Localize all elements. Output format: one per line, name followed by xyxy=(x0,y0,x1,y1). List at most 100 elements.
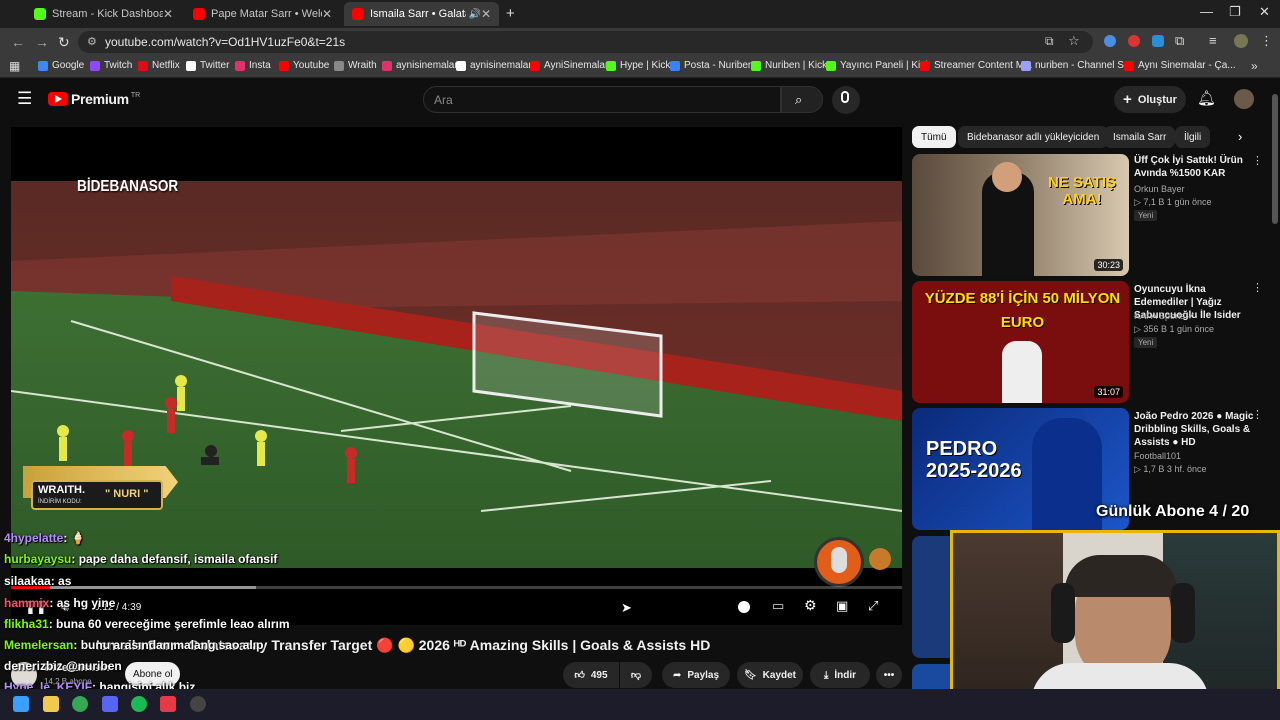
media-control-icon[interactable]: ≡ xyxy=(1209,33,1217,48)
fullscreen-icon[interactable]: ⤢ xyxy=(868,598,878,614)
recommendation-channel[interactable]: KAFA Sports ✔ xyxy=(1134,311,1195,322)
bookmark-item[interactable]: Posta - Nuriben xyxy=(670,60,753,71)
youtube-logo[interactable]: Premium TR xyxy=(48,91,140,107)
bookmark-item[interactable]: Yayıncı Paneli | Kick xyxy=(826,60,930,71)
apps-grid-icon[interactable]: ▦ xyxy=(9,59,20,73)
search-icon: ⌕ xyxy=(795,92,803,107)
forward-icon[interactable]: → xyxy=(35,34,49,50)
spotify-icon[interactable] xyxy=(131,696,147,712)
url-bar[interactable]: ⚙ youtube.com/watch?v=Od1HV1uzFe0&t=21s … xyxy=(78,31,1093,53)
bookmark-item[interactable]: Netflix xyxy=(138,60,180,71)
close-tab-icon[interactable]: ✕ xyxy=(481,7,491,21)
search-input[interactable]: Ara xyxy=(423,86,781,113)
minimize-icon[interactable]: — xyxy=(1200,4,1213,19)
obs-icon[interactable] xyxy=(190,696,206,712)
chrome-icon[interactable] xyxy=(72,696,88,712)
browser-tab[interactable]: Stream - Kick Dashboard ✕ xyxy=(26,2,181,26)
recommendation-card[interactable]: YÜZDE 88'İ İÇİN 50 MİLYON EURO 31:07 Oyu… xyxy=(912,281,1267,403)
search-button[interactable]: ⌕ xyxy=(781,86,823,113)
install-app-icon[interactable]: ⧉ xyxy=(1045,34,1054,49)
bookmark-item[interactable]: Aynı Sinemalar - Ça... xyxy=(1124,60,1236,71)
bookmark-item[interactable]: AyniSinemalar xyxy=(530,60,608,71)
share-button[interactable]: ➦ Paylaş xyxy=(662,662,730,688)
recommendation-thumbnail[interactable]: YÜZDE 88'İ İÇİN 50 MİLYON EURO 31:07 xyxy=(912,281,1129,403)
extension-icon[interactable] xyxy=(1128,35,1140,47)
recommendation-card[interactable]: NE SATIŞ AMA! 30:23 Üff Çok İyi Sattık! … xyxy=(912,154,1267,276)
extensions-puzzle-icon[interactable]: ⧉ xyxy=(1175,33,1184,49)
bookmark-item[interactable]: Streamer Content M... xyxy=(920,60,1032,71)
recommendation-thumbnail[interactable]: NE SATIŞ AMA! 30:23 xyxy=(912,154,1129,276)
recommendation-title[interactable]: João Pedro 2026 ● Magic Dribbling Skills… xyxy=(1134,410,1262,449)
voice-search-button[interactable] xyxy=(832,86,860,114)
theater-mode-icon[interactable]: ▣ xyxy=(836,598,848,614)
kick-favicon-icon xyxy=(34,8,46,20)
bookmark-item[interactable]: Hype | Kick xyxy=(606,60,670,71)
bookmark-item[interactable]: aynisinemalar xyxy=(456,60,532,71)
windows-start-icon[interactable] xyxy=(13,696,29,712)
download-button[interactable]: ⤓ İndir xyxy=(810,662,870,688)
recommendation-thumbnail-partial[interactable] xyxy=(912,664,950,689)
bookmark-item[interactable]: Insta xyxy=(235,60,271,71)
bookmark-item[interactable]: Nuriben | Kick xyxy=(751,60,827,71)
file-explorer-icon[interactable] xyxy=(43,696,59,712)
youtube-header: ☰ Premium TR Ara ⌕ + Oluştur 🔔︎ xyxy=(0,80,1270,120)
bookmark-item[interactable]: Wraith xyxy=(334,60,377,71)
recommendation-channel[interactable]: Football101 xyxy=(1134,451,1181,461)
video-player[interactable]: BİDEBANASOR WRAITH. İNDİRİM KODU: " NURI… xyxy=(11,127,902,625)
browser-menu-icon[interactable]: ⋮ xyxy=(1260,33,1273,49)
chip-related[interactable]: İlgili xyxy=(1175,126,1211,148)
scrollbar-thumb[interactable] xyxy=(1272,94,1278,224)
bookmark-label: Yayıncı Paneli | Kick xyxy=(840,60,931,71)
profile-avatar[interactable] xyxy=(1234,34,1248,48)
account-avatar[interactable] xyxy=(1234,89,1254,109)
chip-ismaila-sarr[interactable]: Ismaila Sarr xyxy=(1104,126,1176,148)
chip-from-uploader[interactable]: Bidebanasor adlı yükleyiciden xyxy=(958,126,1109,148)
more-actions-icon[interactable]: ⋮ xyxy=(1252,154,1263,167)
more-actions-icon[interactable]: ⋮ xyxy=(1252,281,1263,294)
progress-bar[interactable] xyxy=(11,586,902,589)
more-bookmarks-icon[interactable]: » xyxy=(1251,59,1258,73)
new-tab-button[interactable]: + xyxy=(506,5,515,22)
autoplay-toggle-icon[interactable] xyxy=(738,601,750,613)
more-actions-button[interactable]: ••• xyxy=(876,662,902,688)
browser-tab[interactable]: Pape Matar Sarr • Welcome to ✕ xyxy=(185,2,340,26)
save-button[interactable]: 🔖︎ Kaydet xyxy=(737,662,803,688)
more-actions-icon[interactable]: ⋮ xyxy=(1252,408,1263,421)
restore-icon[interactable]: ❐ xyxy=(1229,4,1241,20)
extension-icon[interactable] xyxy=(1152,35,1164,47)
bookmark-label: Netflix xyxy=(152,60,180,71)
settings-gear-icon[interactable]: ⚙ xyxy=(804,597,817,614)
bookmark-item[interactable]: Google xyxy=(38,60,84,71)
bookmark-favicon-icon xyxy=(279,60,289,71)
app-icon[interactable] xyxy=(160,696,176,712)
bookmark-item[interactable]: aynisinemalar xyxy=(382,60,458,71)
hamburger-menu-icon[interactable]: ☰ xyxy=(17,89,32,109)
bookmark-star-icon[interactable]: ☆ xyxy=(1068,33,1080,49)
recommendation-title[interactable]: Üff Çok İyi Sattık! Ürün Avında %1500 KA… xyxy=(1134,154,1262,180)
audio-playing-icon[interactable]: 🔊 xyxy=(468,9,480,20)
bookmark-item[interactable]: Twitch xyxy=(90,60,132,71)
chips-next-chevron-icon[interactable]: › xyxy=(1238,129,1242,144)
browser-tab-active[interactable]: Ismaila Sarr • Galatasaray T 🔊 ✕ xyxy=(344,2,499,26)
close-window-icon[interactable]: ✕ xyxy=(1259,4,1270,20)
dislike-button[interactable]: 👎︎ xyxy=(620,662,652,688)
recommendation-channel[interactable]: Orkun Bayer xyxy=(1134,184,1185,194)
close-tab-icon[interactable]: ✕ xyxy=(163,7,173,21)
bookmark-item[interactable]: nuriben - Channel S... xyxy=(1021,60,1132,71)
extension-icon[interactable] xyxy=(1104,35,1116,47)
create-button[interactable]: + Oluştur xyxy=(1114,86,1186,113)
site-info-icon[interactable]: ⚙ xyxy=(87,35,97,48)
reload-icon[interactable]: ↻ xyxy=(58,34,70,51)
notifications-bell-icon[interactable]: 🔔︎ xyxy=(1197,89,1216,107)
subtitles-icon[interactable]: ▭ xyxy=(772,598,784,614)
bookmark-item[interactable]: Twitter xyxy=(186,60,229,71)
like-button[interactable]: 👍︎ 495 xyxy=(563,662,619,688)
bookmark-item[interactable]: Youtube xyxy=(279,60,329,71)
back-icon[interactable]: ← xyxy=(11,34,25,50)
url-text[interactable]: youtube.com/watch?v=Od1HV1uzFe0&t=21s xyxy=(105,35,345,49)
close-tab-icon[interactable]: ✕ xyxy=(322,7,332,21)
recommendation-thumbnail-partial[interactable] xyxy=(912,536,950,658)
discord-icon[interactable] xyxy=(102,696,118,712)
chip-all[interactable]: Tümü xyxy=(912,126,956,148)
headphones-icon xyxy=(1051,583,1075,643)
